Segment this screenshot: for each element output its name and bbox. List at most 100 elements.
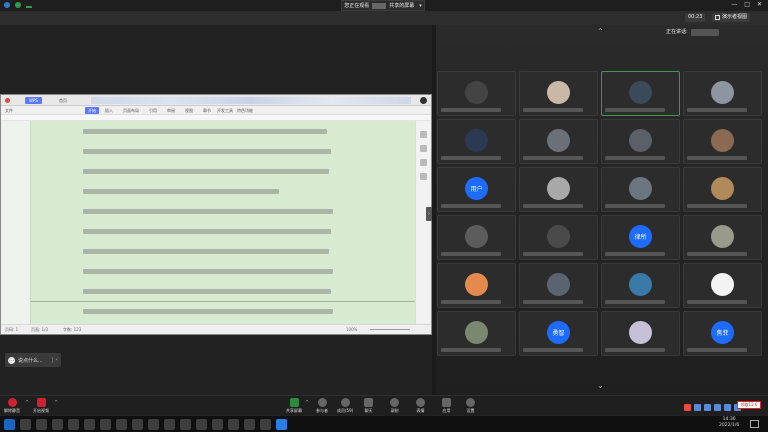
taskbar-app-icon[interactable] bbox=[36, 419, 47, 430]
participant-tile[interactable]: 用户 bbox=[437, 167, 516, 212]
participant-tile[interactable] bbox=[437, 311, 516, 356]
tray-icon[interactable] bbox=[694, 404, 701, 411]
settings-button[interactable]: 设置 bbox=[466, 398, 475, 414]
taskbar-app-icon[interactable] bbox=[132, 419, 143, 430]
record-button[interactable]: 录制 bbox=[390, 398, 399, 414]
participant-tile[interactable] bbox=[601, 119, 680, 164]
doc-tab-active[interactable]: WPS bbox=[25, 97, 42, 104]
taskbar-app-icon[interactable] bbox=[196, 419, 207, 430]
participant-tile[interactable] bbox=[437, 71, 516, 116]
menu-review[interactable]: 审阅 bbox=[167, 107, 175, 114]
share-screen-button[interactable]: 共享屏幕 bbox=[286, 398, 302, 414]
participant-tile[interactable] bbox=[683, 167, 762, 212]
taskbar-app-icon[interactable] bbox=[228, 419, 239, 430]
participant-tile[interactable] bbox=[683, 215, 762, 260]
more-options-icon[interactable]: ▾ bbox=[419, 3, 422, 9]
taskbar-app-icon[interactable] bbox=[52, 419, 63, 430]
tray-icon[interactable] bbox=[724, 404, 731, 411]
view-switch-button[interactable]: 演示者视图 bbox=[712, 13, 751, 22]
menu-home[interactable]: 开始 bbox=[85, 107, 99, 114]
security-shield-icon[interactable] bbox=[15, 2, 21, 8]
apps-button[interactable]: 应用 bbox=[442, 398, 451, 414]
menu-layout[interactable]: 页面布局 bbox=[123, 107, 139, 114]
taskbar-app-icon[interactable] bbox=[100, 419, 111, 430]
participant-tile[interactable] bbox=[519, 71, 598, 116]
mute-button[interactable]: 解除静音 bbox=[4, 398, 20, 414]
start-icon[interactable] bbox=[4, 419, 15, 430]
tool-icon[interactable] bbox=[420, 173, 427, 180]
chevron-up-icon[interactable]: ⌃ bbox=[597, 27, 604, 36]
maximize-icon[interactable]: □ bbox=[744, 1, 750, 8]
chevron-down-icon[interactable]: ⌄ bbox=[597, 381, 604, 390]
participant-tile[interactable]: 焦菲 bbox=[683, 311, 762, 356]
participant-name-redacted bbox=[687, 252, 747, 256]
menu-references[interactable]: 引用 bbox=[149, 107, 157, 114]
taskbar-app-icon[interactable] bbox=[180, 419, 191, 430]
participant-tile[interactable] bbox=[519, 215, 598, 260]
apps-label: 应用 bbox=[442, 408, 451, 413]
menu-view[interactable]: 视图 bbox=[185, 107, 193, 114]
participants-button[interactable]: 参与者 bbox=[316, 398, 328, 414]
chevron-up-icon[interactable]: ^ bbox=[305, 400, 309, 406]
status-zoom[interactable]: 100% bbox=[346, 327, 357, 332]
menu-developer[interactable]: 开发工具 bbox=[217, 107, 233, 114]
tray-icon[interactable] bbox=[714, 404, 721, 411]
menu-special[interactable]: 特色功能 bbox=[237, 107, 253, 114]
taskbar-app-icon[interactable] bbox=[20, 419, 31, 430]
chat-input-pill[interactable]: … 说点什么... ‹ bbox=[5, 353, 61, 367]
participant-tile[interactable] bbox=[601, 311, 680, 356]
participant-tile[interactable] bbox=[519, 167, 598, 212]
participant-tile[interactable] bbox=[683, 119, 762, 164]
participant-tile[interactable] bbox=[601, 167, 680, 212]
taskbar-app-icon[interactable] bbox=[260, 419, 271, 430]
menu-insert[interactable]: 插入 bbox=[105, 107, 113, 114]
taskbar-app-icon[interactable] bbox=[164, 419, 175, 430]
sogou-input-icon[interactable] bbox=[684, 404, 691, 411]
participant-tile[interactable] bbox=[437, 263, 516, 308]
menu-chapter[interactable]: 章节 bbox=[203, 107, 211, 114]
close-icon[interactable]: ✕ bbox=[757, 1, 762, 8]
chevron-up-icon[interactable]: ^ bbox=[54, 400, 58, 406]
reactions-button[interactable]: 表情 bbox=[416, 398, 425, 414]
user-avatar[interactable] bbox=[420, 97, 427, 104]
tool-icon[interactable] bbox=[420, 159, 427, 166]
doc-tab-home[interactable]: 首页 bbox=[55, 97, 71, 104]
taskbar-app-icon[interactable] bbox=[84, 419, 95, 430]
info-icon[interactable] bbox=[4, 2, 10, 8]
tray-icon[interactable] bbox=[704, 404, 711, 411]
participant-tile[interactable] bbox=[437, 215, 516, 260]
members-button[interactable]: 成员(59) bbox=[337, 398, 353, 414]
participant-tile[interactable] bbox=[601, 263, 680, 308]
participant-tile[interactable] bbox=[437, 119, 516, 164]
clock[interactable]: 14:36 2022/1/6 bbox=[719, 417, 739, 429]
participant-tile[interactable]: 律所 bbox=[601, 215, 680, 260]
doc-menubar: 文件 开始 插入 页面布局 引用 审阅 视图 章节 开发工具 特色功能 bbox=[1, 106, 431, 115]
text-line bbox=[83, 289, 331, 294]
chevron-left-icon[interactable]: ‹ bbox=[51, 357, 58, 363]
taskbar-app-icon[interactable] bbox=[116, 419, 127, 430]
participant-tile[interactable] bbox=[683, 71, 762, 116]
minimize-icon[interactable]: — bbox=[731, 1, 737, 8]
taskbar-app-icon[interactable] bbox=[244, 419, 255, 430]
tool-icon[interactable] bbox=[420, 145, 427, 152]
tool-icon[interactable] bbox=[420, 131, 427, 138]
menu-file[interactable]: 文件 bbox=[5, 107, 13, 114]
promo-badge[interactable]: 领取12.6 bbox=[737, 401, 761, 409]
zoom-taskbar-icon[interactable] bbox=[276, 419, 287, 430]
participant-tile[interactable] bbox=[683, 263, 762, 308]
taskbar-app-icon[interactable] bbox=[148, 419, 159, 430]
taskbar-app-icon[interactable] bbox=[212, 419, 223, 430]
windows-taskbar: 14:36 2022/1/6 bbox=[0, 415, 768, 432]
video-button[interactable]: 开启视频 bbox=[33, 398, 49, 414]
participant-tile[interactable] bbox=[519, 119, 598, 164]
chevron-up-icon[interactable]: ^ bbox=[25, 400, 29, 406]
participant-tile-active[interactable] bbox=[601, 71, 680, 116]
participant-tile[interactable]: 勇智 bbox=[519, 311, 598, 356]
zoom-slider[interactable] bbox=[370, 329, 410, 330]
taskbar-app-icon[interactable] bbox=[68, 419, 79, 430]
record-icon bbox=[390, 398, 399, 407]
status-pages: 页面: 1/3 bbox=[31, 327, 49, 332]
chat-button[interactable]: 聊天 bbox=[364, 398, 373, 414]
notification-icon[interactable] bbox=[750, 420, 759, 428]
participant-tile[interactable] bbox=[519, 263, 598, 308]
